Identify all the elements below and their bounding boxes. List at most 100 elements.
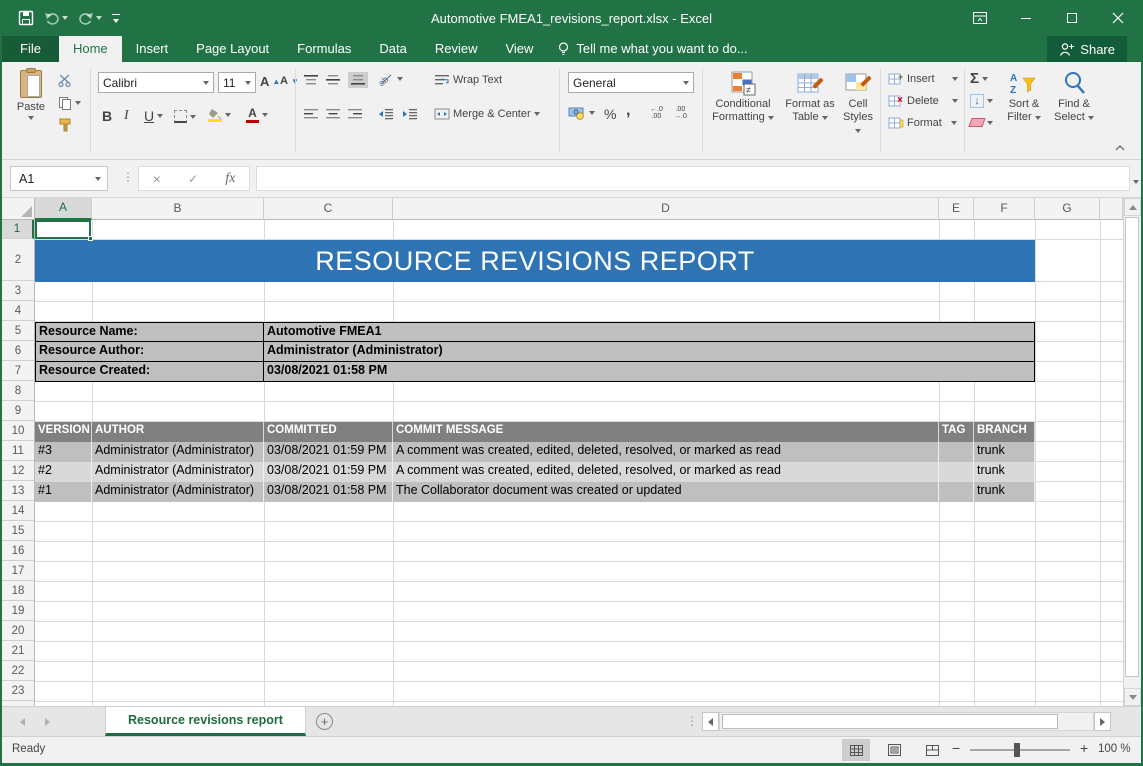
find-select-button[interactable]: Find & Select bbox=[1050, 70, 1098, 124]
formula-bar-expand-arrow[interactable] bbox=[1133, 173, 1139, 187]
zoom-level[interactable]: 100 % bbox=[1098, 743, 1131, 755]
column-header-C[interactable]: C bbox=[264, 198, 393, 220]
revision-cell[interactable] bbox=[939, 442, 974, 462]
row-header-19[interactable]: 19 bbox=[2, 602, 34, 621]
row-header-21[interactable]: 21 bbox=[2, 642, 34, 661]
font-size-combo[interactable]: 11 bbox=[218, 72, 256, 93]
row-header-3[interactable]: 3 bbox=[2, 282, 34, 301]
accounting-menu-arrow[interactable] bbox=[589, 111, 595, 115]
fill-color-button[interactable] bbox=[208, 108, 231, 122]
tab-formulas[interactable]: Formulas bbox=[283, 36, 365, 62]
qat-customize-button[interactable] bbox=[112, 14, 120, 23]
row-header-11[interactable]: 11 bbox=[2, 442, 34, 461]
revision-cell[interactable]: A comment was created, edited, deleted, … bbox=[393, 442, 939, 462]
align-right-button[interactable] bbox=[348, 108, 362, 120]
borders-menu-arrow[interactable] bbox=[190, 115, 196, 119]
revision-cell[interactable]: Administrator (Administrator) bbox=[92, 482, 264, 502]
tab-review[interactable]: Review bbox=[421, 36, 492, 62]
fill-menu-arrow[interactable] bbox=[987, 99, 993, 103]
redo-button[interactable] bbox=[78, 11, 102, 25]
row-header-17[interactable]: 17 bbox=[2, 562, 34, 581]
cell-grid[interactable]: RESOURCE REVISIONS REPORTResource Name:A… bbox=[35, 220, 1123, 706]
revision-cell[interactable]: #1 bbox=[35, 482, 92, 502]
revision-cell[interactable]: trunk bbox=[974, 482, 1035, 502]
scroll-up-button[interactable] bbox=[1124, 198, 1141, 216]
row-header-1[interactable]: 1 bbox=[2, 220, 34, 239]
row-header-23[interactable]: 23 bbox=[2, 682, 34, 701]
increase-font-button[interactable]: A▲ bbox=[260, 74, 280, 89]
info-label[interactable]: Resource Author: bbox=[35, 342, 264, 362]
merge-center-button[interactable]: Merge & Center bbox=[434, 108, 540, 120]
revision-cell[interactable]: #3 bbox=[35, 442, 92, 462]
row-header-15[interactable]: 15 bbox=[2, 522, 34, 541]
info-value[interactable]: Automotive FMEA1 bbox=[264, 322, 1035, 342]
format-cells-menu-arrow[interactable] bbox=[951, 121, 957, 125]
revision-cell[interactable]: The Collaborator document was created or… bbox=[393, 482, 939, 502]
italic-button[interactable]: I bbox=[124, 108, 129, 124]
horizontal-scrollbar[interactable] bbox=[719, 712, 1094, 731]
delete-cells-menu-arrow[interactable] bbox=[952, 99, 958, 103]
revision-cell[interactable]: Administrator (Administrator) bbox=[92, 442, 264, 462]
middle-align-button[interactable] bbox=[326, 74, 340, 86]
paste-button[interactable]: Paste bbox=[10, 70, 52, 120]
revision-cell[interactable] bbox=[939, 482, 974, 502]
maximize-button[interactable] bbox=[1049, 0, 1095, 36]
row-header-20[interactable]: 20 bbox=[2, 622, 34, 641]
formula-input[interactable] bbox=[256, 166, 1130, 191]
autosum-menu-arrow[interactable] bbox=[982, 77, 988, 81]
revision-header-cell[interactable]: VERSION bbox=[35, 422, 92, 442]
format-cells-button[interactable]: Format bbox=[888, 116, 957, 129]
font-family-combo[interactable]: Calibri bbox=[98, 72, 214, 93]
revision-header-cell[interactable]: AUTHOR bbox=[92, 422, 264, 442]
cancel-entry-icon[interactable]: × bbox=[153, 171, 161, 187]
revision-cell[interactable]: 03/08/2021 01:58 PM bbox=[264, 482, 393, 502]
accounting-format-button[interactable] bbox=[568, 106, 595, 120]
revision-cell[interactable]: A comment was created, edited, deleted, … bbox=[393, 462, 939, 482]
tab-home[interactable]: Home bbox=[59, 36, 122, 62]
bold-button[interactable]: B bbox=[102, 108, 112, 124]
align-left-button[interactable] bbox=[304, 108, 318, 120]
row-header-18[interactable]: 18 bbox=[2, 582, 34, 601]
page-layout-view-button[interactable] bbox=[880, 739, 908, 761]
revision-header-cell[interactable]: COMMIT MESSAGE bbox=[393, 422, 939, 442]
row-header-10[interactable]: 10 bbox=[2, 422, 34, 441]
tab-insert[interactable]: Insert bbox=[122, 36, 183, 62]
ribbon-display-options-button[interactable] bbox=[957, 0, 1003, 36]
revision-cell[interactable]: #2 bbox=[35, 462, 92, 482]
autosum-button[interactable]: Σ bbox=[970, 70, 988, 87]
vertical-scroll-thumb[interactable] bbox=[1125, 217, 1139, 677]
formula-bar-divider[interactable]: ⋮ bbox=[122, 170, 134, 184]
save-button[interactable] bbox=[18, 10, 34, 26]
revision-cell[interactable]: trunk bbox=[974, 442, 1035, 462]
fill-button[interactable]: ↓ bbox=[970, 94, 993, 108]
collapse-ribbon-button[interactable] bbox=[1114, 144, 1126, 152]
top-align-button[interactable] bbox=[304, 74, 318, 86]
row-header-7[interactable]: 7 bbox=[2, 362, 34, 381]
cut-button[interactable] bbox=[58, 74, 73, 87]
vertical-scrollbar[interactable] bbox=[1123, 198, 1140, 706]
redo-menu-arrow[interactable] bbox=[96, 16, 102, 20]
align-center-button[interactable] bbox=[326, 108, 340, 120]
close-button[interactable] bbox=[1095, 0, 1141, 36]
percent-style-button[interactable]: % bbox=[604, 106, 616, 122]
increase-decimal-button[interactable]: ←.0.00 bbox=[650, 106, 663, 120]
hscroll-right-button[interactable] bbox=[1094, 712, 1111, 731]
new-sheet-button[interactable]: + bbox=[316, 713, 333, 730]
cell-styles-button[interactable]: Cell Styles bbox=[840, 70, 876, 137]
zoom-slider-track[interactable] bbox=[970, 749, 1070, 751]
wrap-text-button[interactable]: Wrap Text bbox=[434, 74, 502, 86]
next-sheet-button[interactable] bbox=[45, 718, 50, 726]
row-header-12[interactable]: 12 bbox=[2, 462, 34, 481]
page-break-preview-button[interactable] bbox=[918, 739, 946, 761]
column-header-E[interactable]: E bbox=[939, 198, 974, 220]
tab-data[interactable]: Data bbox=[365, 36, 420, 62]
insert-function-icon[interactable]: fx bbox=[225, 171, 235, 187]
sheet-tab-active[interactable]: Resource revisions report bbox=[105, 707, 306, 736]
info-value[interactable]: Administrator (Administrator) bbox=[264, 342, 1035, 362]
row-header-16[interactable]: 16 bbox=[2, 542, 34, 561]
select-all-corner[interactable] bbox=[2, 198, 35, 220]
format-as-table-button[interactable]: Format as Table bbox=[782, 70, 838, 124]
revision-cell[interactable] bbox=[939, 462, 974, 482]
revision-header-cell[interactable]: TAG bbox=[939, 422, 974, 442]
zoom-slider-thumb[interactable] bbox=[1014, 743, 1020, 757]
